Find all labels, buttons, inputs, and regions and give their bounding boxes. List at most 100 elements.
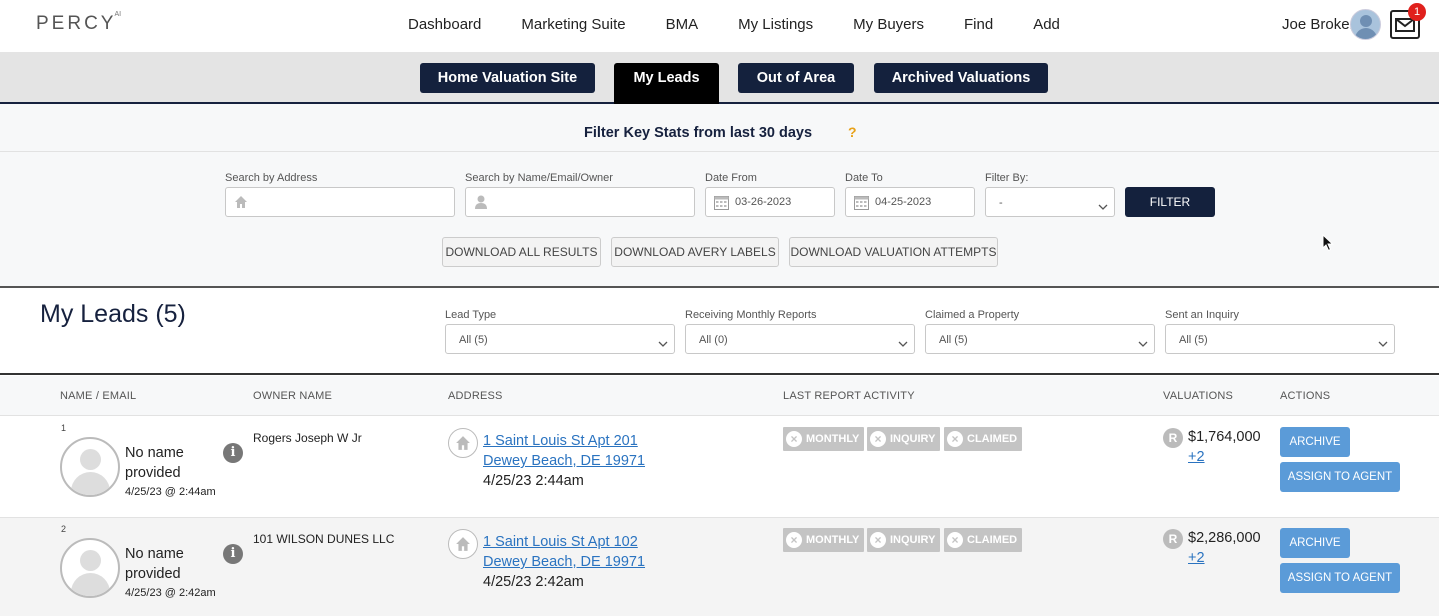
tab-out-of-area[interactable]: Out of Area <box>738 63 854 93</box>
top-nav: PERCYAI Dashboard Marketing Suite BMA My… <box>0 0 1439 52</box>
nav-my-listings[interactable]: My Listings <box>738 16 813 33</box>
activity-claimed-badge: × CLAIMED <box>944 528 1023 552</box>
person-icon <box>474 195 488 214</box>
main-nav: Dashboard Marketing Suite BMA My Listing… <box>388 16 1080 33</box>
close-icon: × <box>870 532 886 548</box>
help-icon[interactable]: ? <box>848 124 857 140</box>
address-line-2[interactable]: Dewey Beach, DE 19971 <box>483 453 645 469</box>
download-valuation-attempts-button[interactable]: DOWNLOAD VALUATION ATTEMPTS <box>789 237 998 267</box>
stats-title: Filter Key Stats from last 30 days <box>584 125 813 141</box>
lead-type-label: Lead Type <box>445 309 497 321</box>
row-number: 2 <box>61 524 67 534</box>
col-owner-name[interactable]: OWNER NAME <box>253 390 332 402</box>
valuation-more-link[interactable]: +2 <box>1188 449 1205 465</box>
filter-by-select[interactable]: - <box>985 187 1115 217</box>
stats-header: Filter Key Stats from last 30 days ? <box>0 104 1439 152</box>
date-from-input[interactable]: 03-26-2023 <box>705 187 835 217</box>
monthly-reports-select[interactable]: All (0) <box>685 324 915 354</box>
monthly-reports-label: Receiving Monthly Reports <box>685 309 817 321</box>
leads-header: My Leads (5) Lead Type All (5) Receiving… <box>0 289 1439 375</box>
address-search-input[interactable] <box>225 187 455 217</box>
mail-count-badge: 1 <box>1408 3 1426 21</box>
percy-logo[interactable]: PERCYAI <box>36 10 123 35</box>
table-row: 1 No name provided 4/25/23 @ 2:44am i Ro… <box>0 417 1439 518</box>
activity-inquiry-badge: × INQUIRY <box>867 528 941 552</box>
logo-sup: AI <box>114 10 122 18</box>
info-icon[interactable]: i <box>223 443 243 463</box>
col-last-report-activity[interactable]: LAST REPORT ACTIVITY <box>783 390 915 402</box>
col-address[interactable]: ADDRESS <box>448 390 503 402</box>
col-actions: ACTIONS <box>1280 390 1331 402</box>
owner-name: Rogers Joseph W Jr <box>253 431 362 445</box>
address-time: 4/25/23 2:44am <box>483 473 584 489</box>
col-valuations[interactable]: VALUATIONS <box>1163 390 1233 402</box>
lead-type-select[interactable]: All (5) <box>445 324 675 354</box>
activity-monthly-badge: × MONTHLY <box>783 427 865 451</box>
lead-time: 4/25/23 @ 2:44am <box>125 486 216 498</box>
download-all-results-button[interactable]: DOWNLOAD ALL RESULTS <box>442 237 601 267</box>
house-icon <box>234 195 248 214</box>
chevron-down-icon <box>1378 335 1388 353</box>
calendar-icon <box>714 195 729 215</box>
lead-avatar <box>60 538 120 598</box>
valuation-amount: $2,286,000 <box>1188 530 1261 546</box>
chevron-down-icon <box>658 335 668 353</box>
sent-inquiry-select[interactable]: All (5) <box>1165 324 1395 354</box>
date-to-input[interactable]: 04-25-2023 <box>845 187 975 217</box>
sent-inquiry-label: Sent an Inquiry <box>1165 309 1239 321</box>
page-title: My Leads (5) <box>40 300 186 328</box>
activity-label: INQUIRY <box>890 534 936 546</box>
valuation-more-link[interactable]: +2 <box>1188 550 1205 566</box>
claimed-property-label: Claimed a Property <box>925 309 1020 321</box>
col-name-email[interactable]: NAME / EMAIL <box>60 390 136 402</box>
user-avatar[interactable] <box>1350 9 1381 40</box>
activity-label: CLAIMED <box>967 534 1018 546</box>
user-name[interactable]: Joe Broker <box>1282 16 1355 33</box>
nav-dashboard[interactable]: Dashboard <box>408 16 481 33</box>
address-line-2[interactable]: Dewey Beach, DE 19971 <box>483 554 645 570</box>
leads-tab-bar: Home Valuation Site My Leads Out of Area… <box>0 52 1439 104</box>
tab-my-leads[interactable]: My Leads <box>614 63 719 104</box>
monthly-reports-value: All (0) <box>699 334 728 346</box>
chevron-down-icon <box>1098 198 1108 216</box>
name-search-input[interactable] <box>465 187 695 217</box>
nav-add[interactable]: Add <box>1033 16 1060 33</box>
tab-archived-valuations[interactable]: Archived Valuations <box>874 63 1048 93</box>
close-icon: × <box>947 431 963 447</box>
nav-bma[interactable]: BMA <box>666 16 699 33</box>
assign-to-agent-button[interactable]: ASSIGN TO AGENT <box>1280 563 1400 593</box>
nav-find[interactable]: Find <box>964 16 993 33</box>
house-icon <box>448 529 478 559</box>
archive-button[interactable]: ARCHIVE <box>1280 427 1350 457</box>
logo-text: PERCY <box>36 13 117 34</box>
activity-inquiry-badge: × INQUIRY <box>867 427 941 451</box>
download-avery-labels-button[interactable]: DOWNLOAD AVERY LABELS <box>611 237 779 267</box>
filter-button[interactable]: FILTER <box>1125 187 1215 217</box>
nav-my-buyers[interactable]: My Buyers <box>853 16 924 33</box>
info-icon[interactable]: i <box>223 544 243 564</box>
activity-label: INQUIRY <box>890 433 936 445</box>
leads-table-header: NAME / EMAIL OWNER NAME ADDRESS LAST REP… <box>0 376 1439 416</box>
close-icon: × <box>870 431 886 447</box>
nav-marketing-suite[interactable]: Marketing Suite <box>521 16 625 33</box>
address-line-1[interactable]: 1 Saint Louis St Apt 201 <box>483 433 638 449</box>
activity-label: MONTHLY <box>806 433 860 445</box>
search-panel: Search by Address Search by Name/Email/O… <box>0 152 1439 288</box>
chevron-down-icon <box>1138 335 1148 353</box>
assign-to-agent-button[interactable]: ASSIGN TO AGENT <box>1280 462 1400 492</box>
owner-name: 101 WILSON DUNES LLC <box>253 532 395 546</box>
row-number: 1 <box>61 423 67 433</box>
archive-button[interactable]: ARCHIVE <box>1280 528 1350 558</box>
close-icon: × <box>786 431 802 447</box>
claimed-property-select[interactable]: All (5) <box>925 324 1155 354</box>
lead-name[interactable]: No name provided <box>125 443 205 483</box>
table-row: 2 No name provided 4/25/23 @ 2:42am i 10… <box>0 518 1439 616</box>
lead-name[interactable]: No name provided <box>125 544 205 584</box>
date-from-label: Date From <box>705 172 757 184</box>
r-badge: R <box>1163 529 1183 549</box>
lead-time: 4/25/23 @ 2:42am <box>125 587 216 599</box>
chevron-down-icon <box>898 335 908 353</box>
address-line-1[interactable]: 1 Saint Louis St Apt 102 <box>483 534 638 550</box>
activity-label: CLAIMED <box>967 433 1018 445</box>
tab-home-valuation-site[interactable]: Home Valuation Site <box>420 63 595 93</box>
